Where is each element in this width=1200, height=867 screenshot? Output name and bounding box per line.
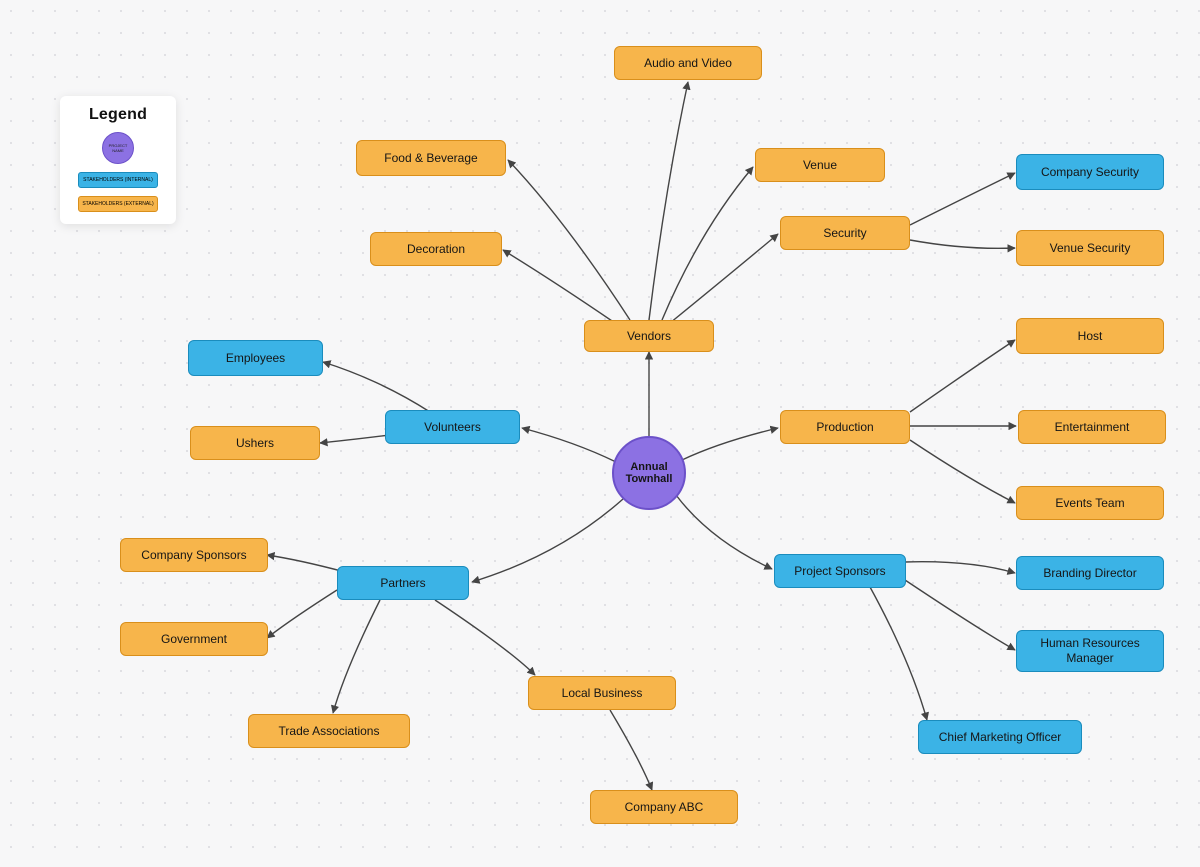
node-government[interactable]: Government [120,622,268,656]
node-partners[interactable]: Partners [337,566,469,600]
node-label: Company Sponsors [141,548,246,563]
node-cmo[interactable]: Chief Marketing Officer [918,720,1082,754]
node-label: Venue Security [1050,241,1131,256]
node-decoration[interactable]: Decoration [370,232,502,266]
node-host[interactable]: Host [1016,318,1164,354]
legend-panel[interactable]: Legend PROJECT NAME STAKEHOLDERS (INTERN… [60,96,176,224]
legend-title: Legend [68,106,168,124]
node-label: Chief Marketing Officer [939,730,1062,745]
node-branding-director[interactable]: Branding Director [1016,556,1164,590]
node-label: Partners [380,576,425,591]
legend-project-swatch: PROJECT NAME [102,132,134,164]
node-label: Decoration [407,242,465,257]
node-production[interactable]: Production [780,410,910,444]
node-audio-video[interactable]: Audio and Video [614,46,762,80]
node-volunteers[interactable]: Volunteers [385,410,520,444]
node-label: Security [823,226,866,241]
node-security[interactable]: Security [780,216,910,250]
node-events-team[interactable]: Events Team [1016,486,1164,520]
node-food-beverage[interactable]: Food & Beverage [356,140,506,176]
diagram-canvas[interactable]: Annual Townhall Vendors Food & Beverage … [0,0,1200,867]
node-venue[interactable]: Venue [755,148,885,182]
node-label: Trade Associations [279,724,380,739]
node-label: Entertainment [1055,420,1130,435]
node-label: Venue [803,158,837,173]
legend-external-label: STAKEHOLDERS (EXTERNAL) [82,201,153,207]
center-label: Annual Townhall [614,461,684,485]
node-entertainment[interactable]: Entertainment [1018,410,1166,444]
node-company-security[interactable]: Company Security [1016,154,1164,190]
center-project-node[interactable]: Annual Townhall [612,436,686,510]
node-employees[interactable]: Employees [188,340,323,376]
node-label: Host [1078,329,1103,344]
node-label: Project Sponsors [794,564,885,579]
legend-internal-label: STAKEHOLDERS (INTERNAL) [83,177,153,183]
node-company-sponsors[interactable]: Company Sponsors [120,538,268,572]
node-label: Audio and Video [644,56,732,71]
node-label: Branding Director [1043,566,1136,581]
node-ushers[interactable]: Ushers [190,426,320,460]
node-vendors[interactable]: Vendors [584,320,714,352]
node-label: Food & Beverage [384,151,477,166]
node-label: Production [816,420,873,435]
node-hr-manager[interactable]: Human Resources Manager [1016,630,1164,672]
node-label: Employees [226,351,285,366]
node-label: Vendors [627,329,671,344]
node-trade-assoc[interactable]: Trade Associations [248,714,410,748]
node-local-business[interactable]: Local Business [528,676,676,710]
node-venue-security[interactable]: Venue Security [1016,230,1164,266]
node-company-abc[interactable]: Company ABC [590,790,738,824]
legend-project-label: PROJECT NAME [103,143,133,153]
node-label: Company ABC [625,800,704,815]
node-label: Human Resources Manager [1025,636,1155,666]
node-label: Events Team [1055,496,1124,511]
node-project-sponsors[interactable]: Project Sponsors [774,554,906,588]
node-label: Volunteers [424,420,481,435]
legend-external-swatch: STAKEHOLDERS (EXTERNAL) [78,196,158,212]
node-label: Government [161,632,227,647]
node-label: Local Business [562,686,643,701]
node-label: Company Security [1041,165,1139,180]
legend-internal-swatch: STAKEHOLDERS (INTERNAL) [78,172,158,188]
node-label: Ushers [236,436,274,451]
